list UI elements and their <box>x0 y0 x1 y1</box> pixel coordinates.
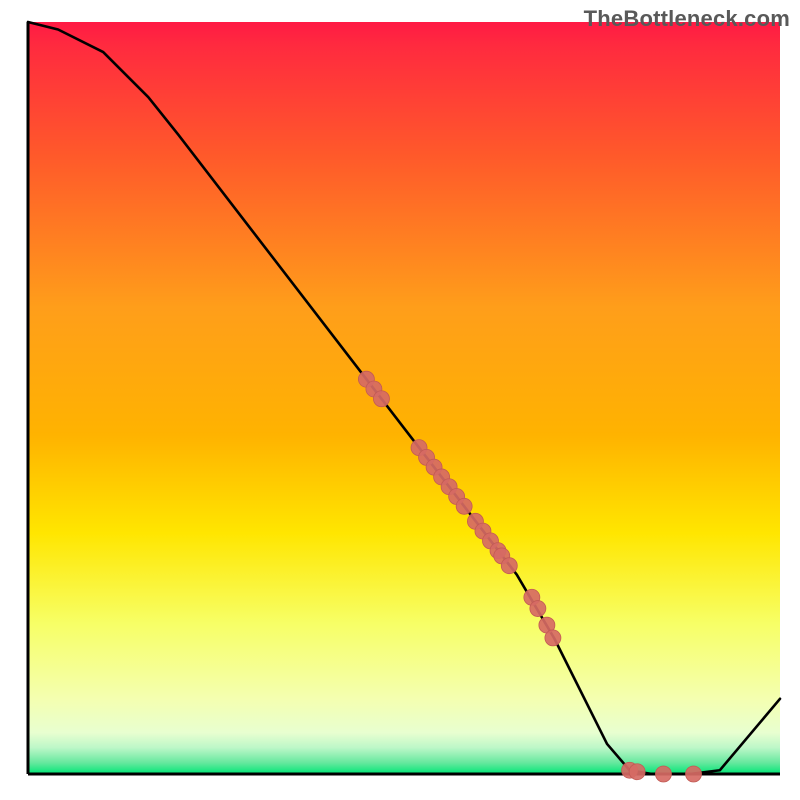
data-point <box>530 601 546 617</box>
data-point <box>545 630 561 646</box>
data-point <box>629 764 645 780</box>
data-point <box>373 391 389 407</box>
watermark-text: TheBottleneck.com <box>584 6 790 32</box>
plot-background <box>28 22 780 774</box>
data-point <box>686 766 702 782</box>
data-point <box>456 498 472 514</box>
data-point <box>501 558 517 574</box>
bottleneck-chart <box>0 0 800 800</box>
data-point <box>655 766 671 782</box>
chart-container: TheBottleneck.com <box>0 0 800 800</box>
